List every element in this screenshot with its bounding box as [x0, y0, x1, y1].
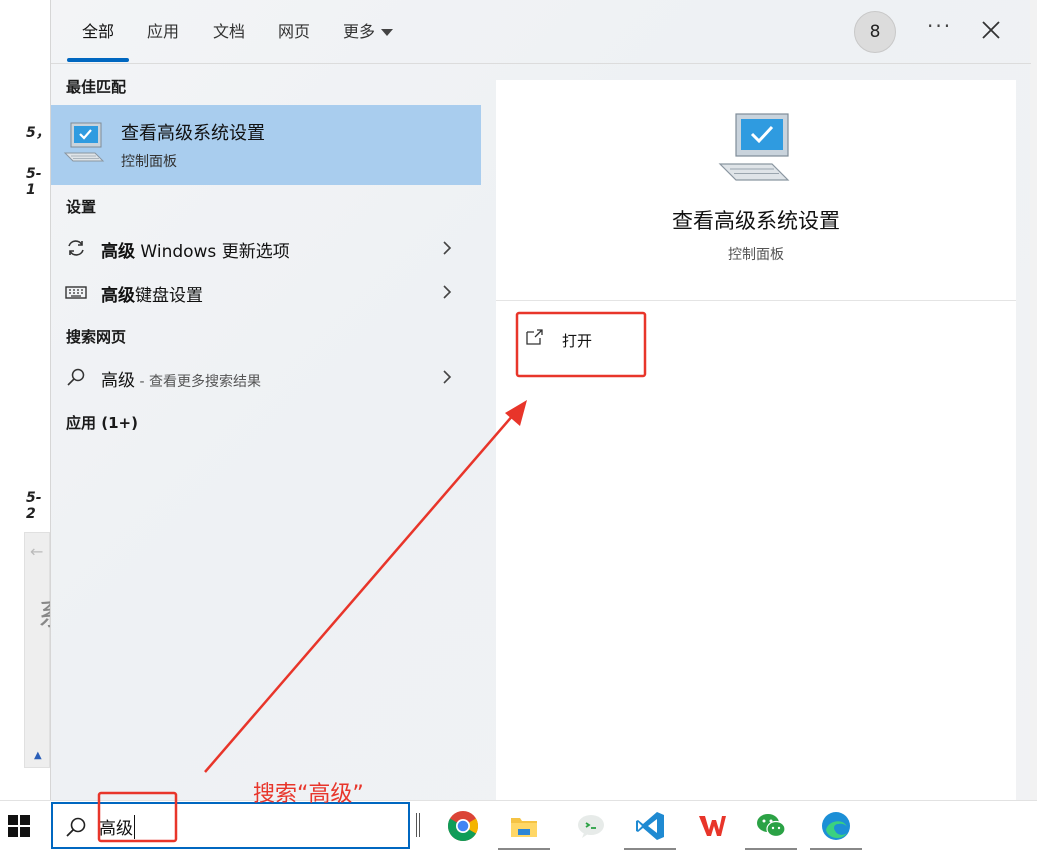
search-tabs: 全部 应用 文档 网页 更多 8 ··· — [51, 0, 1031, 64]
taskbar-app-devtools[interactable] — [561, 801, 621, 850]
text-cursor — [134, 815, 135, 839]
vscode-icon — [636, 812, 664, 840]
open-button[interactable]: 打开 — [522, 324, 642, 354]
caret-down-icon — [381, 29, 394, 36]
tab-web[interactable]: 网页 — [278, 18, 310, 42]
computer-settings-icon — [63, 122, 105, 162]
back-arrow-icon: ← — [30, 542, 44, 561]
refresh-icon — [68, 240, 84, 256]
folder-icon — [511, 818, 537, 837]
search-icon — [66, 817, 86, 837]
result-web-search[interactable]: 高级 - 查看更多搜索结果 — [51, 357, 481, 397]
taskbar-app-wechat[interactable] — [741, 801, 801, 850]
details-title: 查看高级系统设置 — [672, 209, 840, 233]
result-rest-text: 键盘设置 — [135, 286, 203, 306]
result-text: 高级 - 查看更多搜索结果 — [101, 366, 261, 391]
best-match-title: 查看高级系统设置 — [121, 123, 265, 144]
open-label: 打开 — [562, 332, 593, 350]
tab-documents[interactable]: 文档 — [213, 18, 245, 42]
web-search-header: 搜索网页 — [66, 328, 127, 346]
wps-icon — [699, 816, 726, 836]
tab-all[interactable]: 全部 — [82, 18, 114, 42]
tab-more[interactable]: 更多 — [343, 18, 394, 42]
tab-apps[interactable]: 应用 — [147, 18, 179, 42]
result-match-text: 高级 — [101, 286, 135, 306]
open-external-icon — [526, 329, 543, 345]
result-match-text: 高级 — [101, 371, 135, 391]
details-pane: 查看高级系统设置 控制面板 打开 — [496, 80, 1016, 800]
chrome-icon — [447, 811, 479, 842]
result-text: 高级 Windows 更新选项 — [101, 237, 290, 262]
devtools-icon — [578, 815, 604, 838]
edge-icon — [822, 812, 850, 840]
result-windows-update-advanced[interactable]: 高级 Windows 更新选项 — [51, 228, 481, 268]
caret-up-icon: ▲ — [34, 750, 42, 761]
taskbar-separator — [416, 813, 420, 837]
rewards-badge[interactable]: 8 — [854, 11, 896, 53]
search-panel: 全部 应用 文档 网页 更多 8 ··· 最佳匹配 查看高级系统设置 控制面板 … — [50, 0, 1031, 800]
chevron-right-icon — [443, 370, 452, 384]
result-sub-text: - 查看更多搜索结果 — [135, 374, 261, 390]
keyboard-icon — [65, 286, 87, 299]
chevron-right-icon — [443, 241, 452, 255]
result-rest-text: Windows 更新选项 — [135, 242, 290, 262]
background-label: 5-2 — [26, 490, 42, 522]
best-match-header: 最佳匹配 — [66, 78, 127, 96]
taskbar — [0, 800, 1037, 850]
search-icon — [67, 368, 85, 386]
taskbar-search-box[interactable] — [51, 802, 410, 849]
best-match-subtitle: 控制面板 — [121, 154, 177, 170]
taskbar-app-edge[interactable] — [806, 801, 866, 850]
apps-header[interactable]: 应用 (1+) — [66, 412, 138, 433]
tab-more-label: 更多 — [343, 22, 376, 41]
taskbar-app-wps[interactable] — [682, 801, 742, 850]
close-icon[interactable] — [979, 18, 1003, 42]
background-edge — [1030, 0, 1037, 800]
taskbar-app-chrome[interactable] — [433, 801, 493, 850]
result-match-text: 高级 — [101, 242, 135, 262]
active-tab-indicator — [67, 58, 129, 62]
details-divider — [496, 300, 1016, 301]
result-keyboard-advanced[interactable]: 高级键盘设置 — [51, 272, 481, 312]
computer-settings-icon — [718, 113, 790, 181]
taskbar-app-vscode[interactable] — [620, 801, 680, 850]
best-match-item[interactable]: 查看高级系统设置 控制面板 — [51, 105, 481, 185]
background-panel — [24, 532, 50, 768]
annotation-text: 搜索“高级” — [253, 782, 364, 807]
wechat-icon — [757, 814, 786, 838]
taskbar-search-input[interactable] — [99, 812, 399, 840]
chevron-right-icon — [443, 285, 452, 299]
more-dots-icon[interactable]: ··· — [927, 14, 952, 38]
result-text: 高级键盘设置 — [101, 281, 203, 306]
background-label: 5-1 — [26, 166, 42, 198]
settings-header: 设置 — [66, 198, 97, 216]
background-label: 5， — [26, 125, 50, 141]
details-subtitle: 控制面板 — [728, 247, 784, 263]
taskbar-app-file-explorer[interactable] — [494, 801, 554, 850]
windows-start-icon[interactable] — [8, 815, 30, 837]
